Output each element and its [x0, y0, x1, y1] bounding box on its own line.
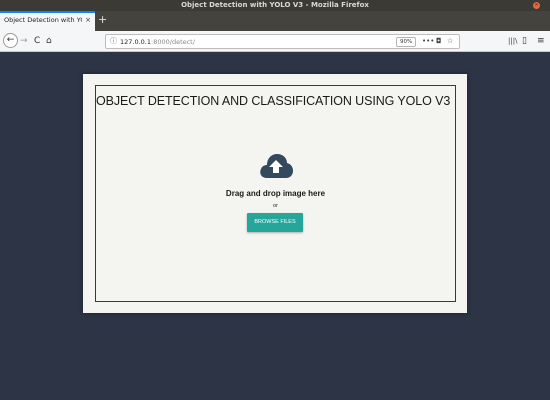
zoom-indicator[interactable]: 90% — [396, 37, 417, 47]
reload-button[interactable]: C — [34, 35, 40, 47]
pocket-icon[interactable]: ◘ — [436, 37, 442, 45]
back-button[interactable]: ← — [3, 33, 18, 48]
tab-active[interactable]: Object Detection with YOLO × — [0, 11, 95, 31]
url-path: :8000/detect/ — [151, 38, 195, 46]
site-info-icon[interactable]: ⓘ — [110, 36, 117, 46]
drag-drop-instruction: Drag and drop image here — [225, 189, 326, 198]
home-button[interactable]: ⌂ — [46, 35, 52, 47]
cloud-upload-icon — [260, 154, 293, 178]
browse-files-button[interactable]: BROWSE FILES — [247, 213, 303, 232]
new-tab-button[interactable]: + — [98, 13, 107, 27]
url-text[interactable]: 127.0.0.1:8000/detect/ — [120, 38, 195, 46]
tab-strip: Object Detection with YOLO × + — [0, 11, 550, 31]
navigation-toolbar: ← → C ⌂ ⓘ 127.0.0.1:8000/detect/ 90% •••… — [0, 31, 550, 52]
window-titlebar: Object Detection with YOLO V3 - Mozilla … — [0, 0, 550, 11]
tab-close-icon[interactable]: × — [85, 16, 91, 24]
forward-button[interactable]: → — [20, 35, 28, 47]
page-actions-icon[interactable]: ••• — [422, 37, 434, 45]
page-title: OBJECT DETECTION AND CLASSIFICATION USIN… — [96, 94, 451, 108]
tab-label: Object Detection with YOLO — [4, 16, 82, 24]
window-title: Object Detection with YOLO V3 - Mozilla … — [181, 1, 369, 9]
drop-zone[interactable]: OBJECT DETECTION AND CLASSIFICATION USIN… — [95, 85, 456, 302]
library-icon[interactable]: |||\ — [508, 35, 517, 47]
sidebar-icon[interactable]: ▯ — [522, 35, 527, 47]
window-close-button[interactable]: × — [533, 2, 540, 9]
url-host: 127.0.0.1 — [120, 38, 152, 46]
menu-icon[interactable]: ≡ — [537, 35, 545, 47]
address-bar[interactable]: ⓘ 127.0.0.1:8000/detect/ 90% ••• ◘ ☆ — [105, 34, 460, 49]
or-separator: or — [273, 203, 278, 209]
bookmark-star-icon[interactable]: ☆ — [447, 37, 453, 45]
upload-card: OBJECT DETECTION AND CLASSIFICATION USIN… — [83, 74, 467, 313]
